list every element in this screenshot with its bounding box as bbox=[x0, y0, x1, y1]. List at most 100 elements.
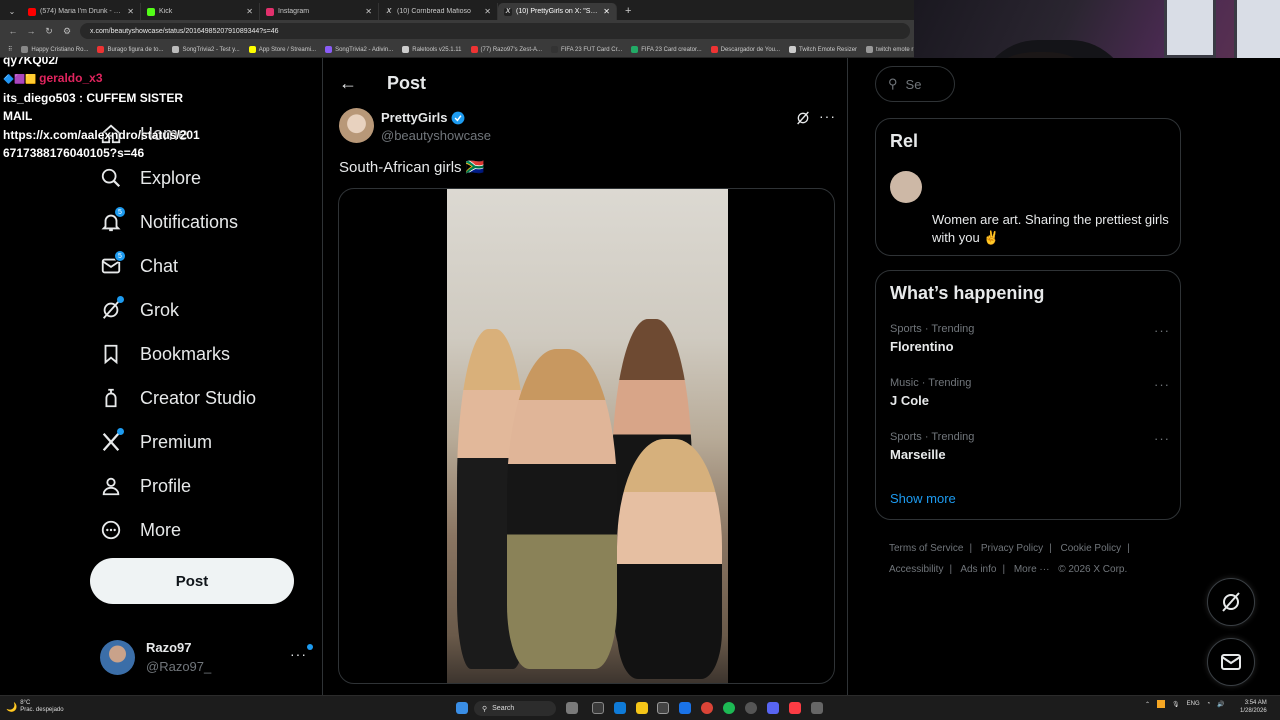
back-arrow-icon[interactable]: ← bbox=[339, 73, 357, 94]
discord-icon[interactable] bbox=[767, 702, 779, 714]
mail-app-icon[interactable] bbox=[679, 702, 691, 714]
bookmark-item[interactable]: Descargador de You... bbox=[710, 46, 780, 53]
more-options-icon[interactable]: ··· bbox=[1154, 323, 1170, 338]
language-indicator[interactable]: ENG bbox=[1187, 701, 1200, 707]
nav-item-explore[interactable]: Explore bbox=[100, 164, 201, 192]
start-icon[interactable] bbox=[456, 702, 468, 714]
messages-fab[interactable] bbox=[1207, 638, 1255, 686]
nav-item-creator-studio[interactable]: Creator Studio bbox=[100, 384, 256, 412]
chat-line: its_diego503 : CUFFEM SISTER bbox=[3, 89, 223, 108]
spotify-icon[interactable] bbox=[723, 702, 735, 714]
store-icon[interactable] bbox=[657, 702, 669, 714]
chat-username: geraldo_x3 bbox=[39, 71, 103, 85]
nav-item-profile[interactable]: Profile bbox=[100, 472, 191, 500]
windows-taskbar: 🌙 8°C Prac. despejado ⚲ Search ⌃ 🎙 ENG ◔ 🔊… bbox=[0, 695, 1280, 720]
bookmark-item[interactable]: FIFA 23 Card creator... bbox=[631, 46, 702, 53]
trend-item[interactable]: Sports · Trending Florentino ··· bbox=[890, 323, 1170, 363]
author-avatar[interactable] bbox=[339, 108, 374, 143]
browser-tab[interactable]: X (10) Cornbread Mafioso ✕ bbox=[379, 3, 498, 20]
trend-item[interactable]: Sports · Trending Marseille ··· bbox=[890, 431, 1170, 471]
tab-list-dropdown-icon[interactable]: ⌄ bbox=[2, 3, 22, 20]
nav-item-notifications[interactable]: 5 Notifications bbox=[100, 206, 238, 236]
bookmark-item[interactable]: Twitch Emote Resizer bbox=[789, 46, 857, 53]
bookmark-item[interactable]: (77) Razo97's Zest-A... bbox=[470, 46, 542, 53]
post-media[interactable] bbox=[338, 188, 835, 684]
footer-link[interactable]: Terms of Service bbox=[889, 543, 963, 554]
footer-link[interactable]: Cookie Policy bbox=[1061, 543, 1122, 554]
search-icon: ⚲ bbox=[482, 705, 488, 713]
close-tab-icon[interactable]: ✕ bbox=[246, 7, 253, 16]
weather-widget[interactable]: 🌙 8°C Prac. despejado bbox=[6, 700, 64, 714]
bookmark-item[interactable]: FIFA 23 FUT Card Cr... bbox=[551, 46, 622, 53]
tab-title: (574) Maria I'm Drunk - YouTub bbox=[40, 8, 123, 15]
close-tab-icon[interactable]: ✕ bbox=[365, 7, 372, 16]
author-handle[interactable]: @beautyshowcase bbox=[381, 128, 491, 143]
post-text: South-African girls 🇿🇦 bbox=[339, 159, 485, 176]
url-input[interactable]: x.com/beautyshowcase/status/201649852079… bbox=[80, 23, 910, 39]
footer-link[interactable]: Accessibility bbox=[889, 564, 943, 575]
bookmark-item[interactable]: SongTrivia2 - Adivin... bbox=[325, 46, 393, 53]
post-video[interactable] bbox=[447, 189, 728, 683]
nav-item-more[interactable]: More bbox=[100, 516, 181, 544]
taskbar-search[interactable]: ⚲ Search bbox=[474, 701, 556, 716]
nav-item-premium[interactable]: Premium bbox=[100, 428, 212, 456]
close-tab-icon[interactable]: ✕ bbox=[603, 7, 610, 16]
post-button[interactable]: Post bbox=[90, 558, 294, 604]
nav-item-bookmarks[interactable]: Bookmarks bbox=[100, 340, 230, 368]
bookmark-item[interactable]: App Store / Streami... bbox=[248, 46, 316, 53]
search-placeholder: Se bbox=[905, 76, 922, 92]
author-name-row[interactable]: PrettyGirls bbox=[381, 110, 465, 125]
chevron-up-icon[interactable]: ⌃ bbox=[1145, 701, 1150, 708]
post-author: PrettyGirls @beautyshowcase ··· bbox=[339, 108, 839, 148]
bookmark-item[interactable]: Raletools v25.1.11 bbox=[402, 46, 462, 53]
grok-icon[interactable] bbox=[795, 110, 811, 129]
music-icon[interactable] bbox=[789, 702, 801, 714]
new-tab-button[interactable]: + bbox=[617, 3, 639, 20]
apps-icon[interactable]: ⠿ bbox=[8, 46, 12, 53]
browser-tab[interactable]: Instagram ✕ bbox=[260, 3, 379, 20]
back-icon[interactable]: ← bbox=[8, 26, 18, 36]
bookmark-item[interactable]: Happy Cristiano Ro... bbox=[21, 46, 88, 53]
chat-message: : CUFFEM SISTER bbox=[79, 90, 184, 105]
mic-icon[interactable]: 🎙 bbox=[1172, 701, 1180, 708]
bookmark-item[interactable]: SongTrivia2 - Test y... bbox=[172, 46, 240, 53]
taskbar-clock[interactable]: 3:54 AM 1/28/2026 bbox=[1240, 699, 1267, 715]
bookmark-item[interactable]: Burago figura de to... bbox=[97, 46, 163, 53]
app-icon[interactable] bbox=[811, 702, 823, 714]
browser-tab[interactable]: Kick ✕ bbox=[141, 3, 260, 20]
chat-message: 6717388176040105?s=46 bbox=[3, 146, 145, 160]
obs-icon[interactable] bbox=[745, 702, 757, 714]
account-switcher[interactable]: Razo97 @Razo97_ ··· bbox=[100, 638, 314, 680]
avatar[interactable] bbox=[890, 171, 922, 203]
trend-name: Marseille bbox=[890, 447, 946, 462]
widgets-icon[interactable] bbox=[592, 702, 604, 714]
footer-link[interactable]: Privacy Policy bbox=[981, 543, 1043, 554]
forward-icon[interactable]: → bbox=[26, 26, 36, 36]
footer-link[interactable]: Ads info bbox=[960, 564, 996, 575]
more-options-icon[interactable]: ··· bbox=[1154, 377, 1170, 392]
task-view-icon[interactable] bbox=[566, 702, 578, 714]
bookmark-item[interactable]: twitch emote r bbox=[866, 46, 913, 53]
more-icon[interactable]: ··· bbox=[290, 644, 313, 662]
browser-tab-active[interactable]: X (10) PrettyGirls on X: "South ✕ bbox=[498, 3, 617, 20]
file-explorer-icon[interactable] bbox=[636, 702, 648, 714]
more-options-icon[interactable]: ··· bbox=[819, 108, 836, 124]
browser-tab[interactable]: (574) Maria I'm Drunk - YouTub ✕ bbox=[22, 3, 141, 20]
wifi-icon[interactable]: ◔ bbox=[1207, 701, 1211, 707]
show-more-link[interactable]: Show more bbox=[890, 491, 956, 506]
volume-icon[interactable]: 🔊 bbox=[1217, 701, 1224, 708]
trend-item[interactable]: Music · Trending J Cole ··· bbox=[890, 377, 1170, 417]
tray-app-icon[interactable] bbox=[1157, 700, 1166, 708]
footer-link[interactable]: More ··· bbox=[1014, 564, 1050, 575]
close-tab-icon[interactable]: ✕ bbox=[484, 7, 491, 16]
edge-icon[interactable] bbox=[614, 702, 626, 714]
grok-fab[interactable] bbox=[1207, 578, 1255, 626]
nav-item-grok[interactable]: Grok bbox=[100, 296, 179, 324]
search-input[interactable]: ⚲ Se bbox=[875, 66, 955, 102]
nav-item-chat[interactable]: 5 Chat bbox=[100, 250, 178, 280]
close-tab-icon[interactable]: ✕ bbox=[127, 7, 134, 16]
reload-icon[interactable]: ↻ bbox=[44, 26, 54, 37]
chrome-icon[interactable] bbox=[701, 702, 713, 714]
site-info-icon[interactable]: ⚙ bbox=[62, 26, 72, 37]
more-options-icon[interactable]: ··· bbox=[1154, 431, 1170, 446]
